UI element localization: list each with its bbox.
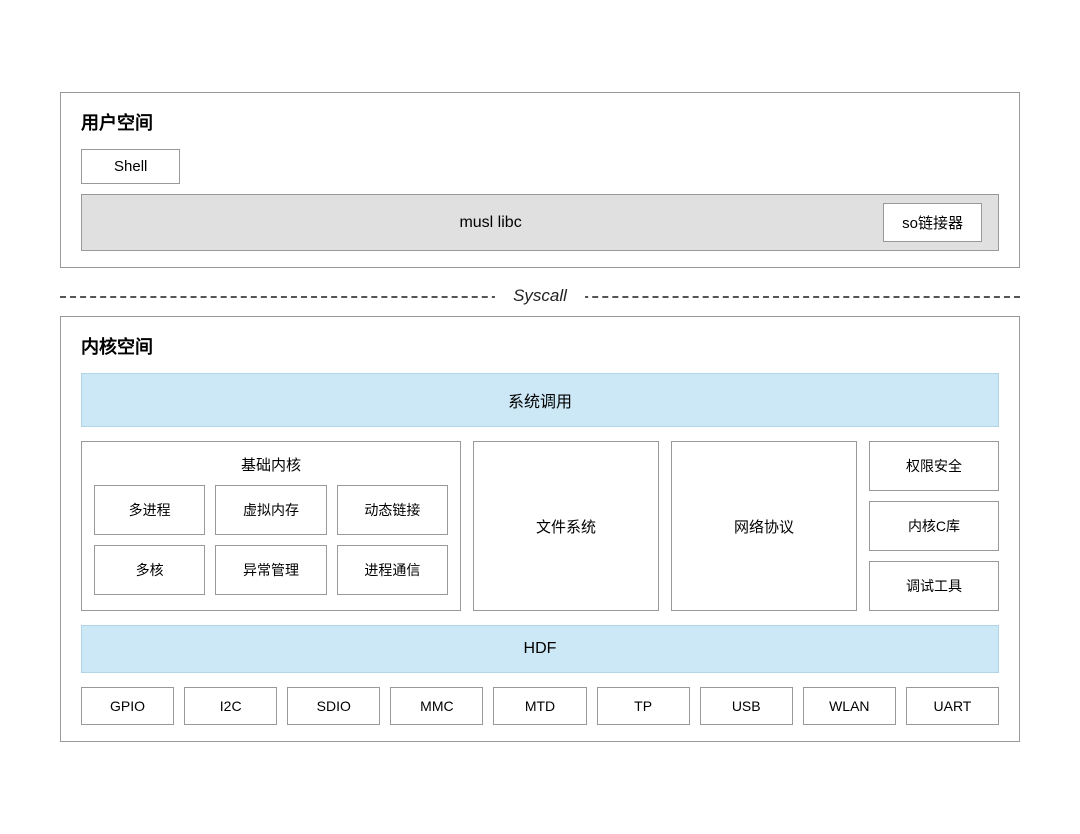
right-column: 权限安全 内核C库 调试工具 — [869, 441, 999, 611]
base-kernel-block: 基础内核 多进程 虚拟内存 动态链接 多核 异常管理 进程通信 — [81, 441, 461, 611]
syscall-bar: 系统调用 — [81, 373, 999, 427]
diagram-wrapper: 用户空间 Shell musl libc so链接器 Syscall 内核空间 … — [60, 92, 1020, 742]
kernel-cell-2: 动态链接 — [337, 485, 448, 535]
kernel-cell-3: 多核 — [94, 545, 205, 595]
musl-libc-row: musl libc so链接器 — [81, 194, 999, 251]
shell-box: Shell — [81, 149, 180, 184]
syscall-label: Syscall — [495, 286, 585, 306]
kernel-cell-1: 虚拟内存 — [215, 485, 326, 535]
so-linker-box: so链接器 — [883, 203, 982, 242]
kernel-cell-4: 异常管理 — [215, 545, 326, 595]
right-cell-0: 权限安全 — [869, 441, 999, 491]
middle-section: 基础内核 多进程 虚拟内存 动态链接 多核 异常管理 进程通信 文件系统 网络协… — [81, 441, 999, 611]
driver-tp: TP — [597, 687, 690, 725]
base-kernel-title: 基础内核 — [94, 454, 448, 475]
driver-row: GPIO I2C SDIO MMC MTD TP USB WLAN UART — [81, 687, 999, 725]
syscall-divider: Syscall — [60, 286, 1020, 306]
right-cell-2: 调试工具 — [869, 561, 999, 611]
hdf-bar: HDF — [81, 625, 999, 673]
kernel-space-title: 内核空间 — [81, 333, 999, 359]
driver-mmc: MMC — [390, 687, 483, 725]
user-space-container: 用户空间 Shell musl libc so链接器 — [60, 92, 1020, 268]
user-space-title: 用户空间 — [81, 109, 999, 135]
network-block: 网络协议 — [671, 441, 857, 611]
base-kernel-grid: 多进程 虚拟内存 动态链接 多核 异常管理 进程通信 — [94, 485, 448, 595]
driver-mtd: MTD — [493, 687, 586, 725]
right-cell-1: 内核C库 — [869, 501, 999, 551]
musl-libc-label: musl libc — [98, 214, 883, 232]
kernel-space-container: 内核空间 系统调用 基础内核 多进程 虚拟内存 动态链接 多核 异常管理 进程通… — [60, 316, 1020, 742]
driver-usb: USB — [700, 687, 793, 725]
driver-i2c: I2C — [184, 687, 277, 725]
shell-row: Shell — [81, 149, 999, 184]
kernel-cell-5: 进程通信 — [337, 545, 448, 595]
filesystem-block: 文件系统 — [473, 441, 659, 611]
kernel-cell-0: 多进程 — [94, 485, 205, 535]
driver-sdio: SDIO — [287, 687, 380, 725]
driver-gpio: GPIO — [81, 687, 174, 725]
driver-wlan: WLAN — [803, 687, 896, 725]
driver-uart: UART — [906, 687, 999, 725]
